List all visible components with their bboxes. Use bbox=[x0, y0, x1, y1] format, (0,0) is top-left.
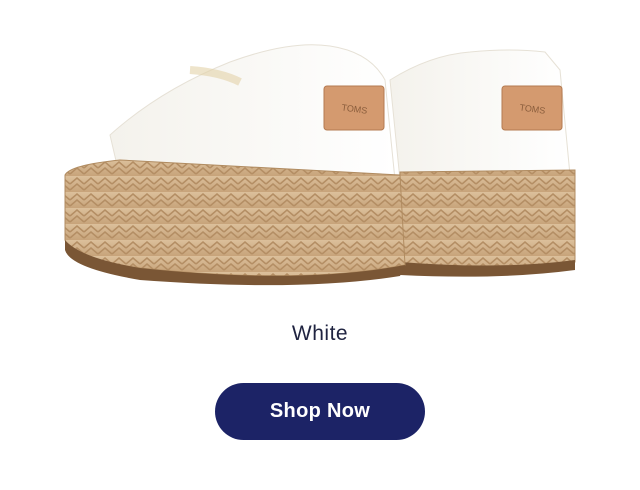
color-name-label: White bbox=[291, 322, 349, 345]
shop-now-button[interactable]: Shop Now bbox=[215, 383, 425, 440]
left-shoe: TOMS bbox=[64, 44, 406, 286]
right-shoe: TOMS bbox=[389, 49, 576, 277]
product-image[interactable]: TOMS TOMS bbox=[0, 0, 640, 300]
product-card: TOMS TOMS White Shop Now bbox=[0, 0, 640, 490]
